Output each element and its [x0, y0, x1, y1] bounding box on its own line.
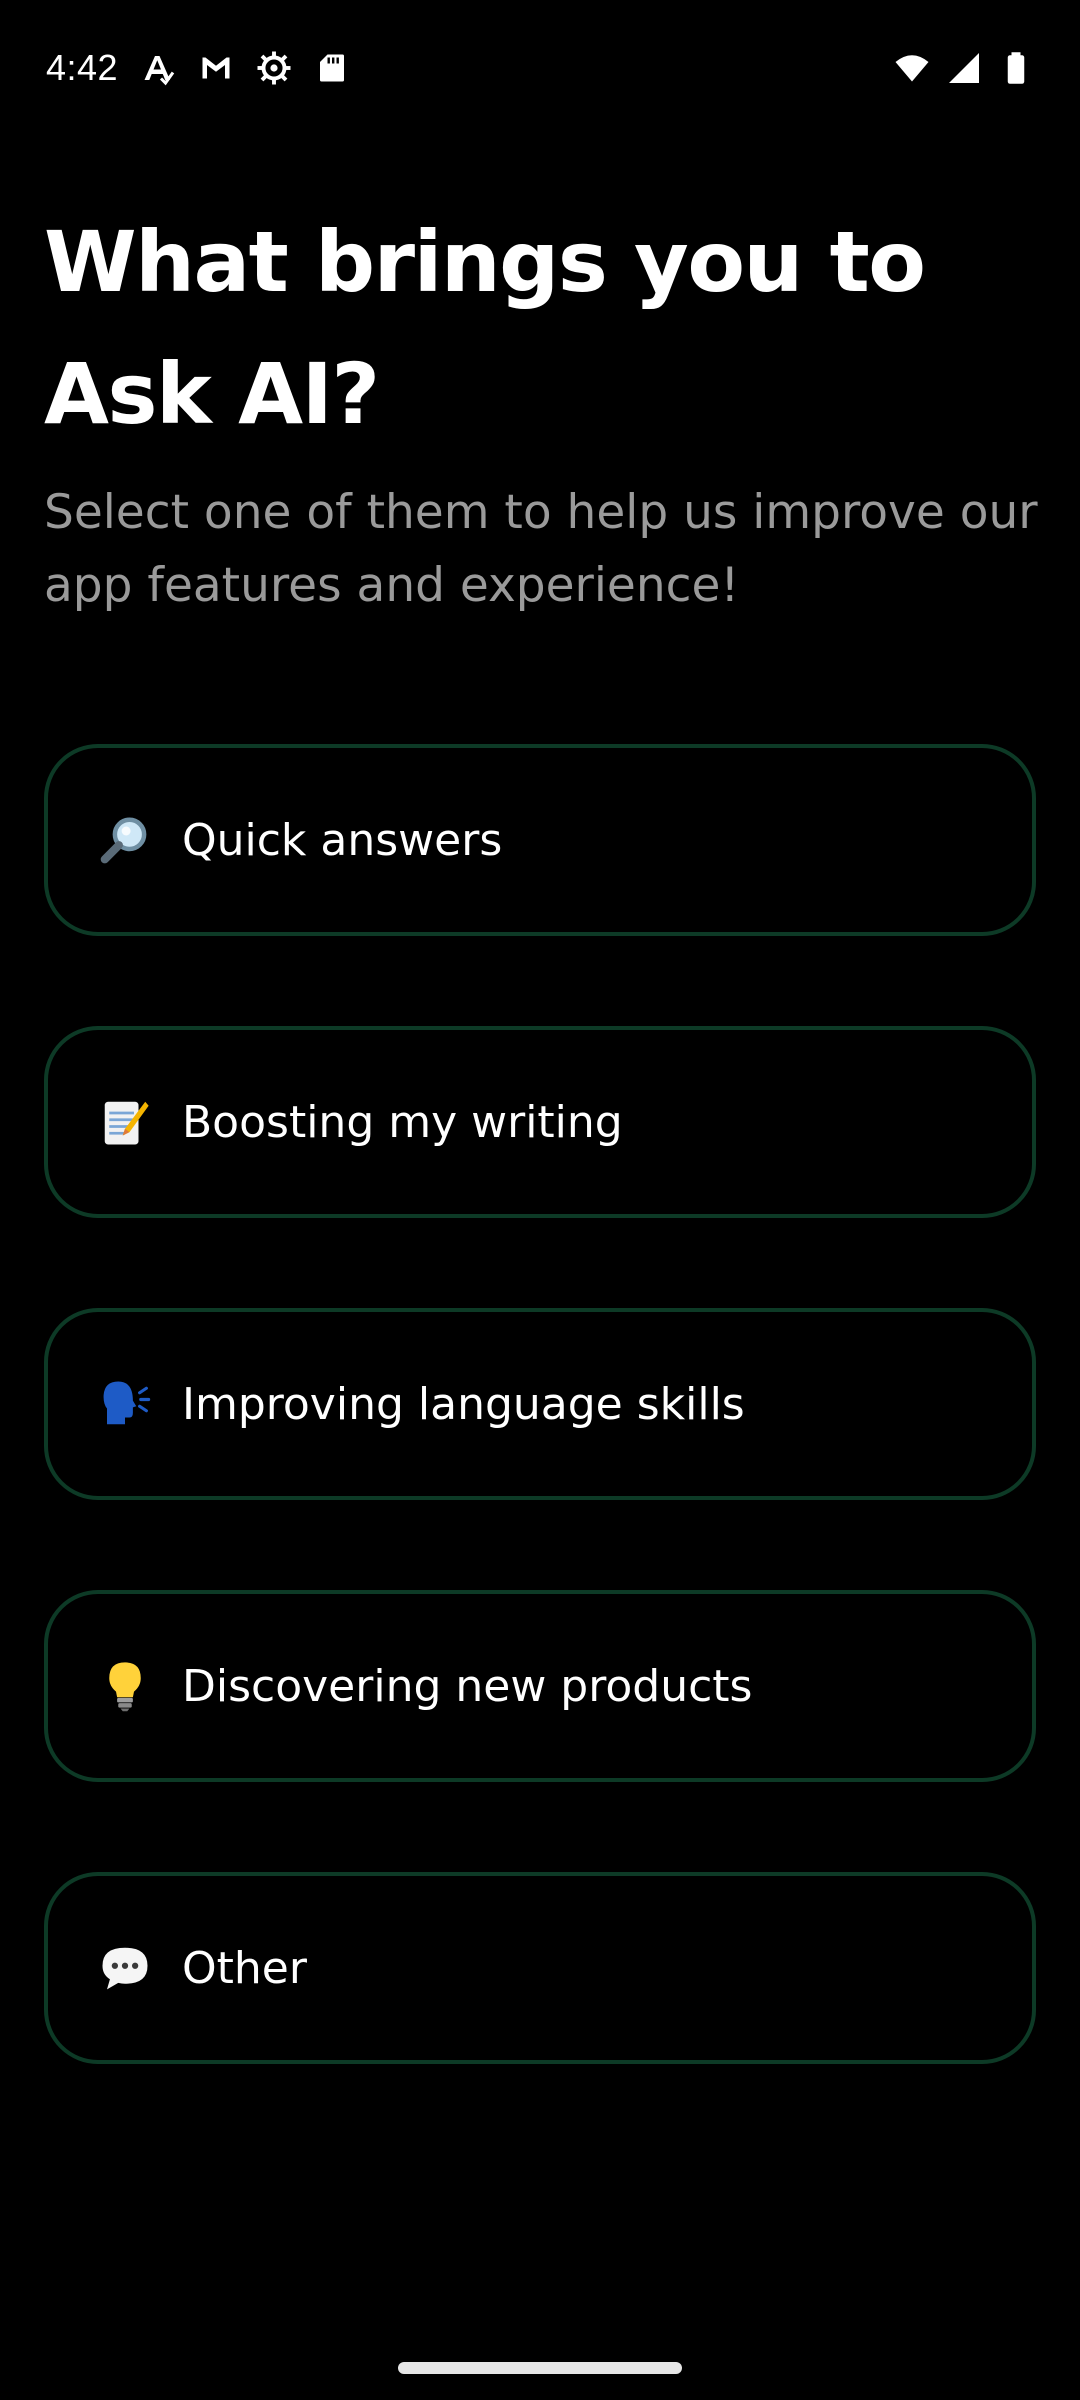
option-label: Improving language skills — [182, 1378, 745, 1430]
status-time: 4:42 — [46, 47, 119, 88]
gmail-icon — [198, 50, 234, 86]
option-list: Quick answers Boosting my writing Improv… — [44, 744, 1036, 2154]
font-icon — [140, 50, 176, 86]
option-boosting-writing[interactable]: Boosting my writing — [44, 1026, 1036, 1218]
cellular-signal-icon — [946, 50, 982, 86]
status-left: 4:42 — [46, 47, 350, 89]
home-indicator[interactable] — [398, 2362, 682, 2374]
speech-bubble-icon — [96, 1939, 154, 1997]
battery-icon — [998, 50, 1034, 86]
option-discovering-products[interactable]: Discovering new products — [44, 1590, 1036, 1782]
sd-card-icon — [314, 50, 350, 86]
option-label: Boosting my writing — [182, 1096, 623, 1148]
wifi-icon — [894, 50, 930, 86]
option-label: Discovering new products — [182, 1660, 753, 1712]
memo-icon — [96, 1093, 154, 1151]
screen: 4:42 What brings you to Ask AI? Select o… — [0, 0, 1080, 2400]
option-label: Other — [182, 1942, 307, 1994]
option-label: Quick answers — [182, 814, 503, 866]
status-bar: 4:42 — [0, 0, 1080, 136]
page-title: What brings you to Ask AI? — [44, 213, 926, 443]
option-language-skills[interactable]: Improving language skills — [44, 1308, 1036, 1500]
page-subtitle: Select one of them to help us improve ou… — [44, 485, 1038, 613]
settings-gear-icon — [256, 50, 292, 86]
light-bulb-icon — [96, 1657, 154, 1715]
option-quick-answers[interactable]: Quick answers — [44, 744, 1036, 936]
speaking-head-icon — [96, 1375, 154, 1433]
status-right — [894, 50, 1034, 86]
option-other[interactable]: Other — [44, 1872, 1036, 2064]
magnifying-glass-icon — [96, 811, 154, 869]
